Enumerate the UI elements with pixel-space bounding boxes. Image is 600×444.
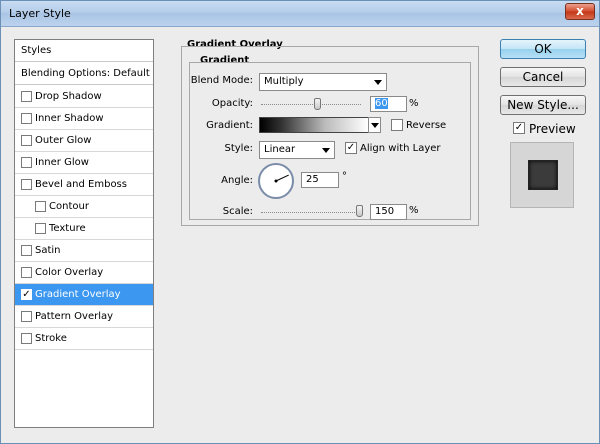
checkmark-icon: ✓ (514, 122, 524, 133)
style-item-label: Outer Glow (35, 135, 92, 146)
style-item-color-overlay[interactable]: Color Overlay (15, 262, 153, 284)
style-item-checkbox[interactable] (21, 157, 32, 168)
new-style-button[interactable]: New Style... (500, 95, 586, 115)
angle-input[interactable]: 25 (301, 172, 339, 188)
angle-dial[interactable] (258, 163, 294, 199)
layer-style-dialog: Layer Style x Styles Blending Options: D… (0, 0, 600, 444)
style-label: Style: (224, 143, 254, 154)
gradient-label: Gradient: (206, 120, 253, 131)
style-item-checkbox[interactable] (21, 267, 32, 278)
style-item-checkbox[interactable] (21, 311, 32, 322)
checkmark-icon: ✓ (346, 142, 356, 153)
style-item-bevel-and-emboss[interactable]: Bevel and Emboss (15, 174, 153, 196)
scale-input[interactable]: 150 (370, 204, 407, 220)
style-item-label: Inner Shadow (35, 113, 104, 124)
styles-header[interactable]: Styles (15, 40, 153, 62)
title-bar[interactable]: Layer Style x (1, 1, 599, 27)
gradient-picker[interactable] (259, 117, 369, 133)
opacity-value: 60 (375, 98, 388, 109)
style-item-label: Texture (49, 223, 86, 234)
style-select[interactable]: Linear (259, 141, 335, 159)
align-with-layer-checkbox[interactable]: ✓ (345, 142, 357, 154)
style-item-drop-shadow[interactable]: Drop Shadow (15, 86, 153, 108)
style-item-checkbox[interactable] (21, 333, 32, 344)
cancel-button[interactable]: Cancel (500, 67, 586, 87)
close-icon: x (576, 4, 584, 18)
style-item-label: Drop Shadow (35, 91, 102, 102)
style-item-texture[interactable]: Texture (15, 218, 153, 240)
angle-unit: ° (342, 171, 347, 182)
close-button[interactable]: x (565, 3, 595, 20)
style-item-checkbox[interactable] (21, 135, 32, 146)
style-item-stroke[interactable]: Stroke (15, 328, 153, 350)
style-item-checkbox[interactable] (35, 201, 46, 212)
style-item-label: Bevel and Emboss (35, 179, 127, 190)
styles-list: Styles Blending Options: Default Drop Sh… (14, 39, 154, 428)
opacity-slider-thumb[interactable] (314, 98, 322, 110)
opacity-unit: % (409, 98, 419, 109)
style-item-inner-glow[interactable]: Inner Glow (15, 152, 153, 174)
chevron-down-icon (374, 80, 382, 85)
chevron-down-icon (371, 123, 379, 128)
reverse-label: Reverse (406, 120, 447, 131)
style-value: Linear (264, 144, 296, 155)
angle-label: Angle: (221, 175, 253, 186)
style-item-contour[interactable]: Contour (15, 196, 153, 218)
scale-slider-thumb[interactable] (356, 205, 363, 217)
style-item-checkbox[interactable] (21, 91, 32, 102)
style-item-checkbox[interactable] (21, 113, 32, 124)
window-title: Layer Style (9, 7, 71, 20)
style-item-checkbox[interactable] (21, 245, 32, 256)
preview-thumbnail (510, 142, 574, 208)
blend-mode-select[interactable]: Multiply (259, 73, 387, 91)
ok-button[interactable]: OK (500, 39, 586, 59)
scale-value: 150 (375, 206, 395, 217)
gradient-dropdown[interactable] (368, 117, 381, 133)
blend-mode-label: Blend Mode: (190, 75, 253, 86)
chevron-down-icon (322, 148, 330, 153)
preview-label: Preview (529, 122, 576, 136)
style-item-checkbox[interactable] (35, 223, 46, 234)
opacity-slider[interactable] (261, 104, 361, 105)
blending-options-item[interactable]: Blending Options: Default (15, 63, 153, 85)
style-item-outer-glow[interactable]: Outer Glow (15, 130, 153, 152)
preview-checkbox[interactable]: ✓ (513, 122, 525, 134)
preview-swatch (528, 160, 558, 190)
style-item-gradient-overlay[interactable]: ✓ Gradient Overlay (15, 284, 153, 306)
scale-label: Scale: (222, 206, 253, 217)
opacity-label: Opacity: (211, 98, 253, 109)
blend-mode-value: Multiply (264, 76, 304, 87)
style-item-checkbox[interactable]: ✓ (21, 289, 32, 300)
style-item-label: Color Overlay (35, 267, 104, 278)
style-item-label: Satin (35, 245, 61, 256)
style-item-label: Gradient Overlay (35, 289, 121, 300)
style-item-pattern-overlay[interactable]: Pattern Overlay (15, 306, 153, 328)
scale-unit: % (409, 205, 419, 216)
angle-value: 25 (306, 174, 319, 185)
style-item-checkbox[interactable] (21, 179, 32, 190)
opacity-input[interactable]: 60 (370, 96, 407, 112)
scale-slider[interactable] (261, 212, 361, 213)
style-item-label: Stroke (35, 333, 67, 344)
style-item-label: Pattern Overlay (35, 311, 114, 322)
align-with-layer-label: Align with Layer (360, 143, 441, 154)
style-item-label: Contour (49, 201, 89, 212)
reverse-checkbox[interactable] (391, 119, 403, 131)
style-item-inner-shadow[interactable]: Inner Shadow (15, 108, 153, 130)
angle-needle-icon (274, 174, 289, 183)
style-item-label: Inner Glow (35, 157, 89, 168)
style-item-satin[interactable]: Satin (15, 240, 153, 262)
